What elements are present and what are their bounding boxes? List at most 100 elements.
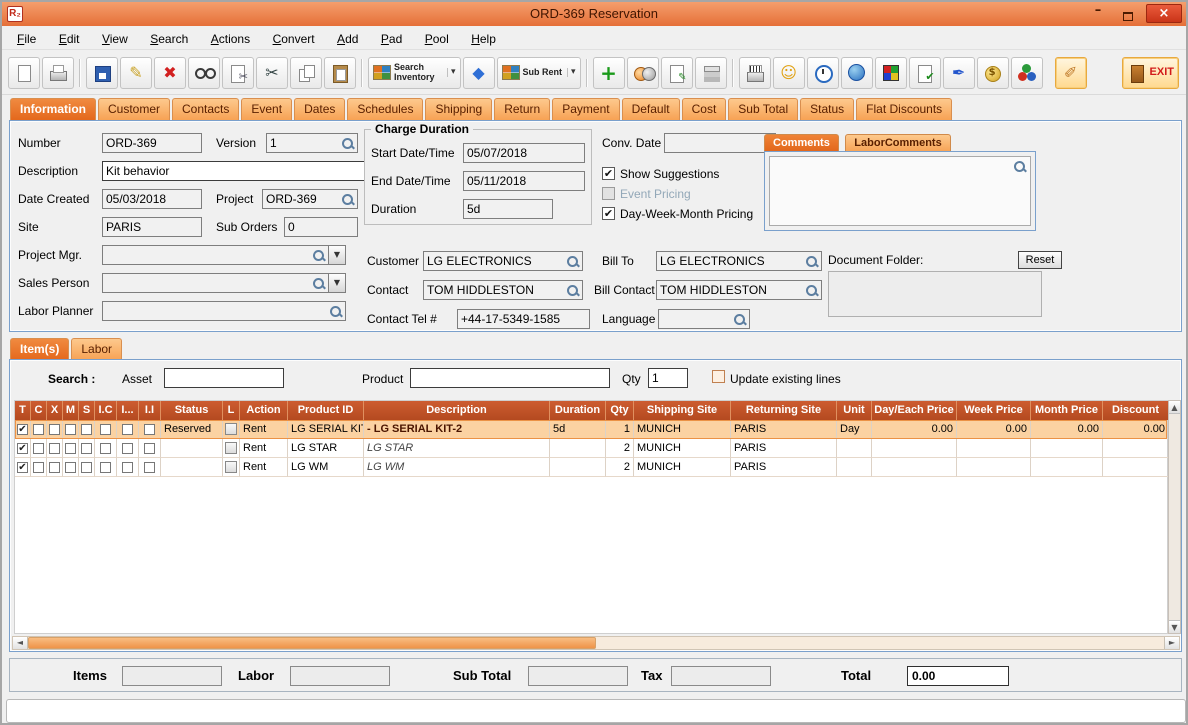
search-icon[interactable] xyxy=(805,255,819,269)
cut-line-button[interactable]: ✂ xyxy=(222,56,254,89)
tab-shipping[interactable]: Shipping xyxy=(425,98,493,120)
day-week-month-checkbox[interactable]: ✔ xyxy=(602,207,615,220)
row-checkbox[interactable] xyxy=(100,442,111,454)
tab-flat-discounts[interactable]: Flat Discounts xyxy=(856,98,953,120)
search-icon[interactable] xyxy=(1013,160,1027,174)
row-checkbox[interactable] xyxy=(65,442,76,454)
end-date-field[interactable]: 05/11/2018 xyxy=(463,171,585,191)
column-header-t[interactable]: T xyxy=(15,401,31,420)
column-header-l[interactable]: L xyxy=(223,401,240,420)
column-header-ic[interactable]: I.C xyxy=(95,401,117,420)
tab-customer[interactable]: Customer xyxy=(98,98,171,120)
column-header-qty[interactable]: Qty xyxy=(606,401,634,420)
minimize-button[interactable]: – xyxy=(1084,2,1112,24)
scroll-up-button[interactable]: ▲ xyxy=(1169,401,1180,414)
dropdown-arrow-icon[interactable]: ▾ xyxy=(447,68,456,77)
bill-to-field[interactable]: LG ELECTRONICS xyxy=(656,251,822,271)
column-header-discount[interactable]: Discount xyxy=(1103,401,1169,420)
line-options-button[interactable] xyxy=(225,461,237,473)
column-header-shippingsite[interactable]: Shipping Site xyxy=(634,401,731,420)
row-checkbox[interactable] xyxy=(49,442,60,454)
search-icon[interactable] xyxy=(733,313,747,327)
tab-items[interactable]: Item(s) xyxy=(10,338,70,360)
row-checkbox[interactable] xyxy=(81,442,92,454)
money-button[interactable]: $ xyxy=(976,56,1009,89)
maximize-button[interactable] xyxy=(1114,2,1142,24)
row-checkbox[interactable] xyxy=(144,461,155,473)
pads-button[interactable] xyxy=(694,56,727,89)
sales-person-dropdown-button[interactable]: ▼ xyxy=(328,273,346,293)
close-button[interactable]: × xyxy=(1146,4,1182,23)
add-line-button[interactable]: + xyxy=(592,56,625,89)
menu-item-pad[interactable]: Pad xyxy=(372,28,411,50)
tab-information[interactable]: Information xyxy=(10,98,96,120)
column-header-dayeachprice[interactable]: Day/Each Price xyxy=(872,401,957,420)
row-checkbox[interactable] xyxy=(33,423,44,435)
column-header-s[interactable]: S xyxy=(79,401,95,420)
start-date-field[interactable]: 05/07/2018 xyxy=(463,143,585,163)
sub-rent-button[interactable]: Sub Rent ▾ xyxy=(496,56,581,89)
search-icon[interactable] xyxy=(566,255,580,269)
row-checkbox[interactable] xyxy=(100,461,111,473)
version-field[interactable]: 1 xyxy=(266,133,358,153)
print-barcode-button[interactable] xyxy=(738,56,771,89)
inventory-cube-button[interactable]: ◆ xyxy=(462,56,495,89)
horizontal-scrollbar[interactable]: ◄ ► xyxy=(12,636,1180,650)
sales-person-field[interactable] xyxy=(102,273,329,293)
line-options-button[interactable] xyxy=(225,423,237,435)
column-header-m[interactable]: M xyxy=(63,401,79,420)
table-row[interactable]: ✔ Reserved RentLG SERIAL KIT-2- LG SERIAL … xyxy=(15,420,1169,439)
date-created-field[interactable]: 05/03/2018 xyxy=(102,189,202,209)
project-mgr-dropdown-button[interactable]: ▼ xyxy=(328,245,346,265)
show-suggestions-checkbox[interactable]: ✔ xyxy=(602,167,615,180)
scroll-down-button[interactable]: ▼ xyxy=(1169,620,1180,633)
tab-return[interactable]: Return xyxy=(494,98,551,120)
pool-balls-button[interactable] xyxy=(1010,56,1043,89)
product-input[interactable] xyxy=(410,368,610,388)
row-checkbox[interactable] xyxy=(33,461,44,473)
contact-tel-field[interactable]: +44-17-5349-1585 xyxy=(457,309,590,329)
brush-button[interactable]: ✐ xyxy=(1054,56,1087,89)
row-checkbox[interactable] xyxy=(33,442,44,454)
column-header-returningsite[interactable]: Returning Site xyxy=(731,401,837,420)
project-field[interactable]: ORD-369 xyxy=(262,189,358,209)
column-header-c[interactable]: C xyxy=(31,401,47,420)
row-checkbox[interactable] xyxy=(81,461,92,473)
sub-orders-field[interactable]: 0 xyxy=(284,217,358,237)
search-icon[interactable] xyxy=(312,277,326,291)
menu-item-convert[interactable]: Convert xyxy=(264,28,324,50)
new-button[interactable] xyxy=(8,56,40,89)
column-header-productid[interactable]: Product ID xyxy=(288,401,364,420)
row-checkbox[interactable]: ✔ xyxy=(17,423,28,435)
row-checkbox[interactable] xyxy=(122,423,133,435)
duration-field[interactable]: 5d xyxy=(463,199,553,219)
find-button[interactable] xyxy=(188,56,220,89)
site-field[interactable]: PARIS xyxy=(102,217,202,237)
tab-labor[interactable]: Labor xyxy=(71,338,123,360)
number-field[interactable]: ORD-369 xyxy=(102,133,202,153)
column-header-action[interactable]: Action xyxy=(240,401,288,420)
copy-button[interactable] xyxy=(290,56,322,89)
conv-date-field[interactable] xyxy=(664,133,776,153)
globe-button[interactable] xyxy=(840,56,873,89)
delete-button[interactable]: ✖ xyxy=(154,56,186,89)
row-checkbox[interactable]: ✔ xyxy=(17,442,28,454)
menu-item-search[interactable]: Search xyxy=(141,28,197,50)
history-button[interactable] xyxy=(806,56,839,89)
column-header-monthprice[interactable]: Month Price xyxy=(1031,401,1103,420)
search-icon[interactable] xyxy=(329,305,343,319)
scrollbar-track[interactable] xyxy=(596,637,1164,649)
event-pricing-checkbox[interactable] xyxy=(602,187,615,200)
scrollbar-thumb[interactable] xyxy=(28,637,596,649)
smiley-button[interactable]: ☺ xyxy=(772,56,805,89)
tab-sub-total[interactable]: Sub Total xyxy=(728,98,799,120)
row-checkbox[interactable] xyxy=(122,461,133,473)
comments-text-area[interactable] xyxy=(769,156,1031,226)
tab-cost[interactable]: Cost xyxy=(681,98,727,120)
cube-colors-button[interactable] xyxy=(874,56,907,89)
description-field[interactable]: Kit behavior xyxy=(102,161,365,181)
customer-field[interactable]: LG ELECTRONICS xyxy=(423,251,583,271)
tab-status[interactable]: Status xyxy=(800,98,855,120)
asset-input[interactable] xyxy=(164,368,284,388)
update-existing-lines-checkbox[interactable] xyxy=(712,370,725,383)
